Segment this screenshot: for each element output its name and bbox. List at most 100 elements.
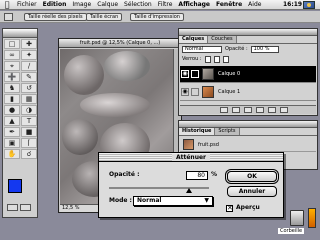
hand-tool-icon[interactable]: ✋ <box>4 149 20 159</box>
adjustment-layer-icon[interactable] <box>256 107 264 113</box>
path-selection-tool-icon[interactable]: ▲ <box>4 116 20 126</box>
image-window-title[interactable]: fruit.psd @ 12,5% (Calque 0, ...) <box>59 39 181 48</box>
ok-button[interactable]: OK <box>227 171 277 182</box>
new-set-icon[interactable] <box>244 107 252 113</box>
fade-opacity-field[interactable]: 80 <box>186 171 208 180</box>
color-swatches <box>6 179 36 201</box>
menu-fichier[interactable]: Fichier <box>14 0 40 10</box>
foreground-color-swatch[interactable] <box>8 179 22 193</box>
menu-affichage[interactable]: Affichage <box>175 0 213 10</box>
zoom-tool-icon[interactable] <box>4 13 13 21</box>
tab-calques[interactable]: Calques <box>179 36 209 43</box>
actual-pixels-button[interactable]: Taille réelle des pixels <box>24 13 87 21</box>
marquee-tool-icon[interactable]: □ <box>4 39 20 49</box>
notes-tool-icon[interactable]: ▣ <box>4 138 20 148</box>
layers-palette-footer <box>180 105 316 114</box>
layer-row-calque-0[interactable]: ◉ Calque 0 <box>180 66 316 83</box>
trash-label[interactable]: Corbeille <box>278 228 305 234</box>
gradient-tool-icon[interactable]: ▦ <box>21 94 37 104</box>
brush-icon[interactable] <box>191 88 199 96</box>
embossed-fruit-shape <box>104 51 150 81</box>
chevron-down-icon: ▼ <box>204 197 209 204</box>
dialog-titlebar[interactable]: Atténuer <box>99 153 283 162</box>
history-palette-titlebar[interactable] <box>179 121 317 128</box>
menu-bar:  Fichier Edition Image Calque Sélection… <box>0 0 320 10</box>
lock-position-checkbox[interactable] <box>222 55 229 63</box>
layers-palette-titlebar[interactable] <box>179 29 317 36</box>
layer-row-calque-1[interactable]: ◉ Calque 1 <box>180 84 316 101</box>
menu-edition[interactable]: Edition <box>40 0 70 10</box>
eye-icon[interactable]: ◉ <box>181 70 189 78</box>
opacity-slider-track[interactable] <box>109 187 209 189</box>
mode-select[interactable]: Normal ▼ <box>133 196 213 206</box>
brush-tool-icon[interactable]: ✎ <box>21 72 37 82</box>
lasso-tool-icon[interactable]: ∞ <box>4 50 20 60</box>
fit-screen-button[interactable]: Taille écran <box>86 13 123 21</box>
apple-menu-icon[interactable]:  <box>0 0 14 10</box>
embossed-banana-shape <box>80 93 150 117</box>
layer-thumbnail <box>202 68 214 80</box>
opacity-label: Opacité : <box>225 46 248 52</box>
percent-label: % <box>211 171 218 178</box>
embossed-fruit-shape <box>62 119 98 155</box>
slice-tool-icon[interactable]: ∕ <box>21 61 37 71</box>
history-brush-tool-icon[interactable]: ↺ <box>21 83 37 93</box>
toolbox-header[interactable] <box>3 29 37 38</box>
opacity-slider-thumb[interactable] <box>186 188 192 193</box>
history-snapshot[interactable]: fruit.psd <box>180 138 316 152</box>
app-dock-icon[interactable] <box>308 208 316 228</box>
layers-palette-tabs: Calques Couches <box>179 36 317 44</box>
eyedropper-tool-icon[interactable]: ⌈ <box>21 138 37 148</box>
dodge-tool-icon[interactable]: ◑ <box>21 105 37 115</box>
zoom-tool-icon[interactable]: ☌ <box>21 149 37 159</box>
print-size-button[interactable]: Taille d'impression <box>130 13 184 21</box>
shape-tool-icon[interactable]: ■ <box>21 127 37 137</box>
layer-style-icon[interactable] <box>220 107 228 113</box>
tab-scripts[interactable]: Scripts <box>215 128 240 135</box>
layer-thumbnail <box>202 86 214 98</box>
menu-calque[interactable]: Calque <box>94 0 121 10</box>
healing-brush-tool-icon[interactable]: ➕ <box>4 72 20 82</box>
snapshot-name: fruit.psd <box>198 141 219 148</box>
fade-opacity-label: Opacité : <box>109 171 140 178</box>
layer-name: Calque 1 <box>218 89 241 95</box>
lock-transparency-checkbox[interactable] <box>204 55 211 63</box>
layer-opacity-field[interactable]: 100 % <box>250 45 279 53</box>
clone-stamp-tool-icon[interactable]: ♞ <box>4 83 20 93</box>
pen-tool-icon[interactable]: ✒ <box>4 127 20 137</box>
layers-palette: Calques Couches Normal Opacité : 100 % V… <box>178 28 318 116</box>
brush-icon[interactable] <box>191 70 199 78</box>
menu-image[interactable]: Image <box>69 0 94 10</box>
quick-mask-mode-icon[interactable] <box>20 204 31 211</box>
blur-tool-icon[interactable]: ● <box>4 105 20 115</box>
trash-icon[interactable] <box>280 107 288 113</box>
crop-tool-icon[interactable]: ⌖ <box>4 61 20 71</box>
tab-historique[interactable]: Historique <box>179 128 216 135</box>
menu-aide[interactable]: Aide <box>245 0 264 10</box>
lock-label: Verrou : <box>182 56 202 62</box>
eraser-tool-icon[interactable]: ▮ <box>4 94 20 104</box>
photoshop-app-icon[interactable] <box>303 1 315 9</box>
lock-image-checkbox[interactable] <box>213 55 220 63</box>
new-layer-icon[interactable] <box>268 107 276 113</box>
type-tool-icon[interactable]: T <box>21 116 37 126</box>
preview-checkbox[interactable]: ✕ <box>226 205 233 212</box>
mode-select-value: Normal <box>137 197 162 204</box>
fade-dialog: Atténuer Opacité : 80 % Mode : Normal ▼ … <box>98 152 284 218</box>
magic-wand-tool-icon[interactable]: ✦ <box>21 50 37 60</box>
mode-label: Mode : <box>109 197 132 204</box>
menu-fenetre[interactable]: Fenêtre <box>213 0 245 10</box>
cancel-button[interactable]: Annuler <box>227 186 277 197</box>
menu-filtre[interactable]: Filtre <box>155 0 176 10</box>
tool-grid: □ ✚ ∞ ✦ ⌖ ∕ ➕ ✎ ♞ ↺ ▮ ▦ ● ◑ ▲ T ✒ ■ ▣ ⌈ … <box>3 38 37 160</box>
eye-icon[interactable]: ◉ <box>181 88 189 96</box>
blend-mode-select[interactable]: Normal <box>182 45 222 53</box>
menu-selection[interactable]: Sélection <box>121 0 155 10</box>
tab-couches[interactable]: Couches <box>208 36 237 43</box>
trash-icon[interactable] <box>290 210 304 226</box>
toolbox: □ ✚ ∞ ✦ ⌖ ∕ ➕ ✎ ♞ ↺ ▮ ▦ ● ◑ ▲ T ✒ ■ ▣ ⌈ … <box>2 28 38 218</box>
layer-mask-icon[interactable] <box>232 107 240 113</box>
standard-mode-icon[interactable] <box>7 204 18 211</box>
move-tool-icon[interactable]: ✚ <box>21 39 37 49</box>
layer-name: Calque 0 <box>218 71 241 77</box>
